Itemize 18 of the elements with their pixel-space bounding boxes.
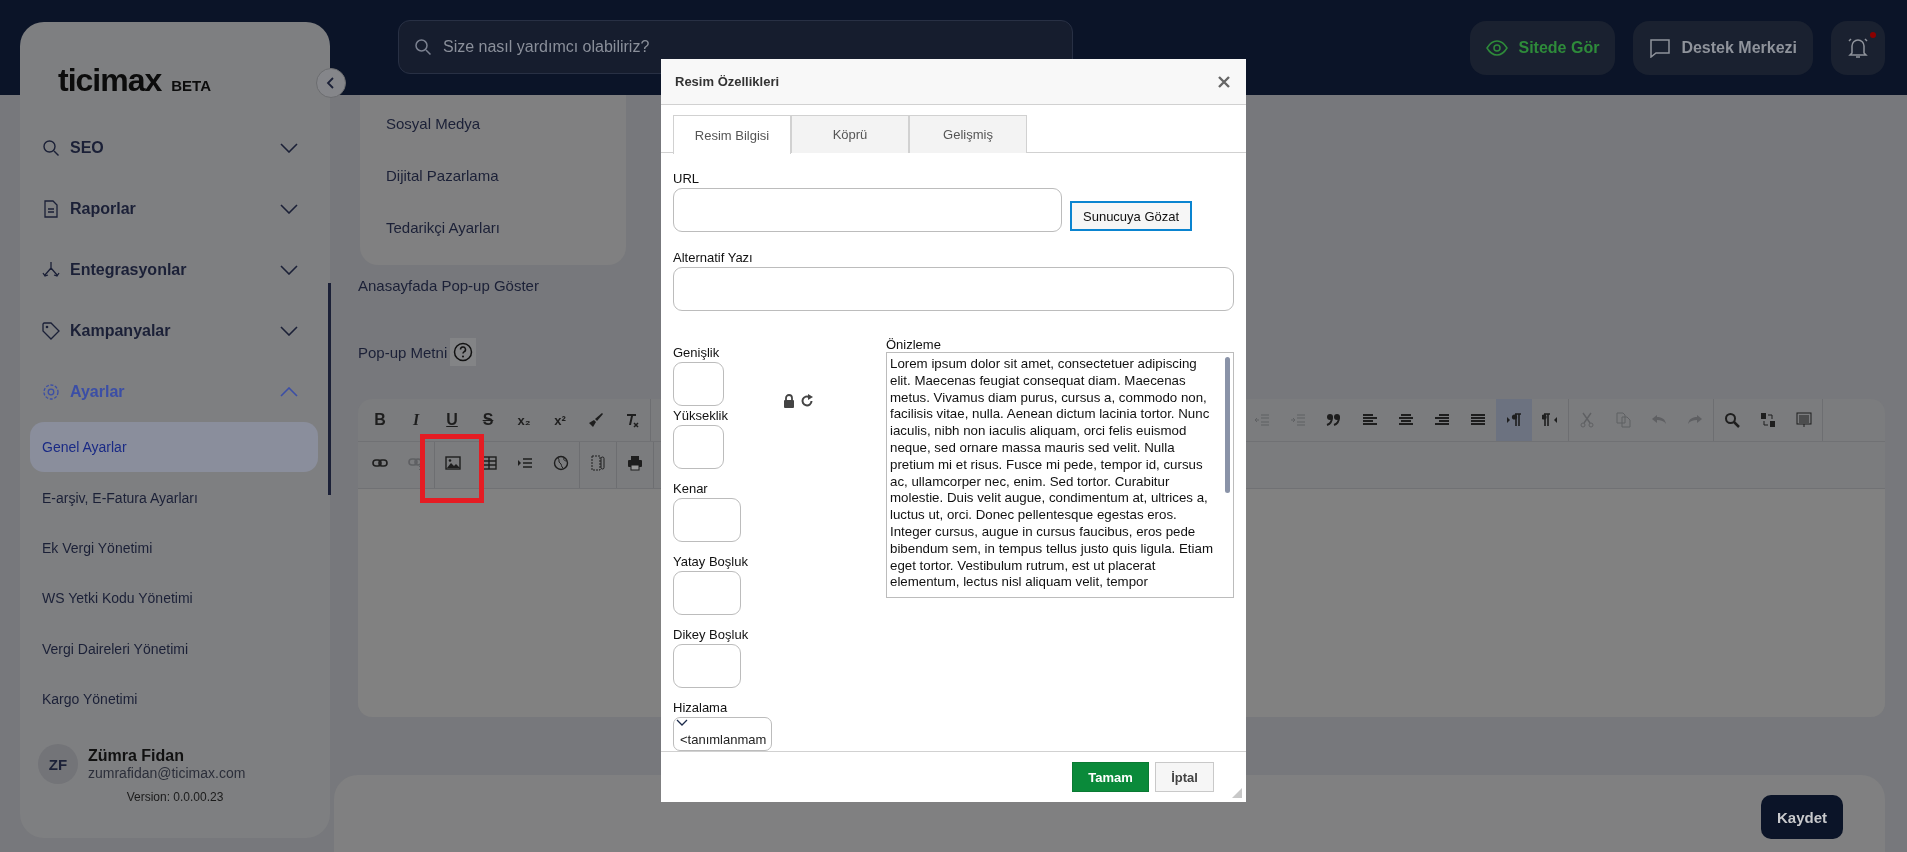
preview-text: Lorem ipsum dolor sit amet, consectetuer adipiscing elit. Maecenas feugiat consequat diam. Maecenas metus. Vivamus diam purus, cursus a, commodo non, facilisis vitae, nulla. Aenean dictum lacinia tortor. Nunc iaculis, nibh non iaculis aliquam, orci felis euismod neque, sed ornare massa mauris sed velit. Nulla pretium mi et risus. Fusce mi pede, tempor id, cursus ac, ullamcorper nec, enim. Sed tortor. Curabitur molestie. Duis velit augue, condimentum at, ultrices a, luctus ut, orci. Donec pellentesque egestas eros. Integer cursus, augue in cursus faucibus, eros pede bibendum sem, in tempus tellus justo quis ligula. Etiam eget tortor. Vestibulum rutrum, est ut placerat elementum, lectus nisl aliquam velit, tempor [890,356,1214,592]
field-label: Anasayfada Pop-up Göster [358,277,540,294]
field-label: Alternatif Yazı [673,250,754,265]
field-label: Önizleme [886,337,942,352]
field-label: URL [673,171,700,186]
field-label: Yükseklik [673,408,729,423]
beta-label: BETA [171,77,211,94]
dialog-title: Resim Özellikleri [675,74,780,89]
user-name: Zümra Fidan [88,747,185,766]
user-email: zumrafidan@ticimax.com [88,765,246,782]
field-label: Genişlik [673,345,721,360]
user-avatar: ZF [38,744,78,785]
field-label: Kenar [673,481,709,496]
field-label: Hizalama [673,700,729,715]
version-text: Version: 0.0.00.23 [125,790,225,805]
field-label: Dikey Boşluk [673,627,750,642]
field-label: Yatay Boşluk [673,554,749,569]
field-label: Pop-up Metni [358,343,448,361]
